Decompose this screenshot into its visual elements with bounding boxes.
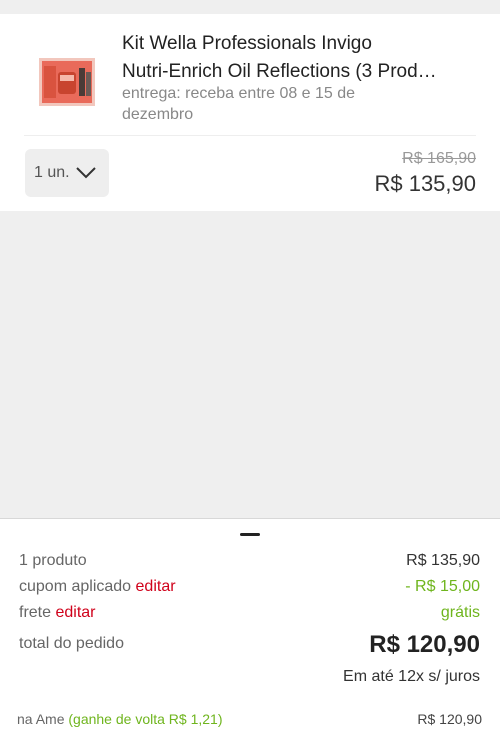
drag-handle[interactable]	[240, 533, 260, 536]
total-amount: R$ 120,90	[369, 631, 480, 658]
delivery-line: entrega: receba entre 08 e 15 de	[122, 85, 356, 102]
edit-coupon-link[interactable]: editar	[136, 578, 176, 595]
coupon-row: cupom aplicado editar - R$ 15,00	[19, 578, 480, 596]
total-label: total do pedido	[19, 635, 124, 652]
original-price: R$ 165,90	[402, 150, 476, 167]
product-title-line: Kit Wella Professionals Invigo	[122, 33, 372, 54]
shipping-row: frete editar grátis	[19, 604, 480, 622]
ame-cashback: (ganhe de volta R$ 1,21)	[68, 711, 223, 727]
ame-label: na Ame	[17, 711, 65, 727]
installments-info: Em até 12x s/ juros	[343, 668, 480, 685]
shipping-amount: grátis	[440, 604, 480, 621]
shipping-label-wrap: frete editar	[19, 604, 96, 622]
quantity-select[interactable]: 1 un.	[25, 149, 109, 197]
cart-item-card: Kit Wella Professionals Invigo Nutri-Enr…	[0, 14, 500, 211]
order-summary-panel: 1 produto R$ 135,90 cupom aplicado edita…	[0, 518, 500, 739]
edit-shipping-link[interactable]: editar	[55, 604, 95, 621]
quantity-value: 1 un.	[34, 164, 70, 181]
delivery-line: dezembro	[122, 106, 194, 123]
divider	[24, 135, 476, 136]
coupon-discount: - R$ 15,00	[405, 578, 480, 595]
product-title[interactable]: Kit Wella Professionals Invigo Nutri-Enr…	[122, 30, 452, 86]
shipping-label: frete	[19, 604, 52, 621]
total-row: total do pedido R$ 120,90	[19, 631, 480, 659]
product-title-line: Nutri-Enrich Oil Reflections (3 Prod…	[122, 61, 437, 82]
current-price: R$ 135,90	[374, 171, 476, 196]
products-row: 1 produto R$ 135,90	[19, 552, 480, 570]
coupon-label-wrap: cupom aplicado editar	[19, 578, 176, 596]
ame-row: na Ame (ganhe de volta R$ 1,21) R$ 120,9…	[17, 711, 482, 727]
ame-label-wrap: na Ame (ganhe de volta R$ 1,21)	[17, 711, 222, 727]
product-thumbnail[interactable]	[38, 44, 96, 114]
coupon-label: cupom aplicado	[19, 578, 132, 595]
products-amount: R$ 135,90	[406, 552, 480, 569]
ame-amount: R$ 120,90	[417, 711, 482, 727]
delivery-estimate: entrega: receba entre 08 e 15 de dezembr…	[122, 83, 452, 125]
products-label: 1 produto	[19, 552, 87, 569]
chevron-down-icon	[76, 167, 96, 179]
